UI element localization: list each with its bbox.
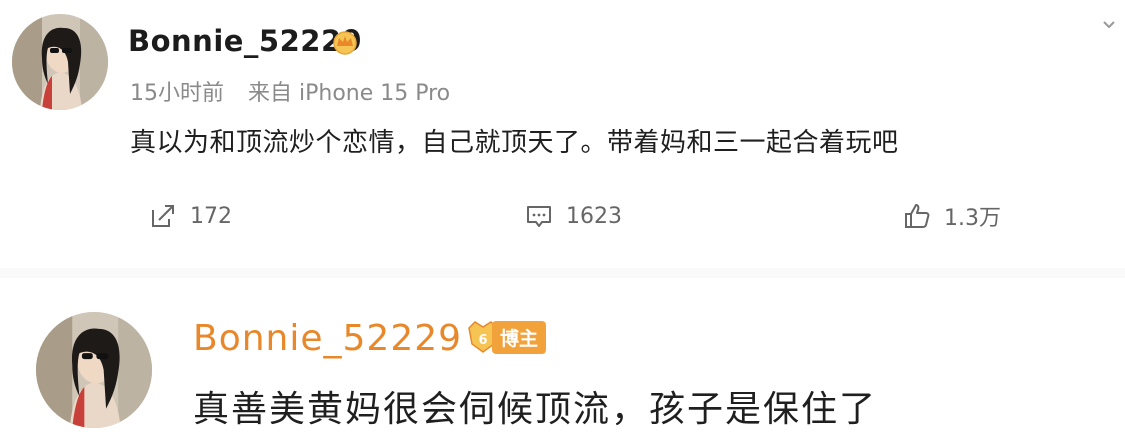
username[interactable]: Bonnie_52229	[128, 24, 362, 58]
reply-avatar[interactable]	[36, 312, 152, 428]
avatar[interactable]	[12, 14, 108, 110]
divider	[0, 268, 1125, 278]
comment-button[interactable]: 1623	[524, 200, 622, 232]
post-source: 来自 iPhone 15 Pro	[248, 81, 451, 106]
vip-crown-icon	[333, 31, 357, 55]
weibo-post: Bonnie_52229 15小时前 来自 iPhone 15 Pro 真以为和…	[0, 0, 1125, 260]
avatar-photo	[36, 312, 152, 428]
post-time: 15小时前	[130, 81, 224, 106]
repost-count: 172	[190, 203, 232, 229]
avatar-photo	[12, 14, 108, 110]
thumbs-up-icon	[905, 204, 930, 228]
reply-username[interactable]: Bonnie_52229	[193, 318, 462, 359]
repost-icon	[152, 205, 174, 227]
post-meta: 15小时前 来自 iPhone 15 Pro	[130, 75, 450, 107]
chevron-down-icon[interactable]	[1099, 14, 1119, 34]
like-count: 1.3万	[944, 206, 1001, 231]
blogger-badge: 6 博主	[466, 318, 547, 356]
comment-icon	[527, 206, 551, 227]
repost-button[interactable]: 172	[148, 200, 232, 232]
like-button[interactable]: 1.3万	[902, 200, 1001, 232]
vip-level: 6	[478, 333, 487, 348]
comment-count: 1623	[566, 203, 622, 229]
reply-content: 真善美黄妈很会伺候顶流，孩子是保住了	[193, 389, 878, 430]
badge-label: 博主	[492, 320, 547, 354]
post-content: 真以为和顶流炒个恋情，自己就顶天了。带着妈和三一起合着玩吧	[130, 128, 899, 158]
